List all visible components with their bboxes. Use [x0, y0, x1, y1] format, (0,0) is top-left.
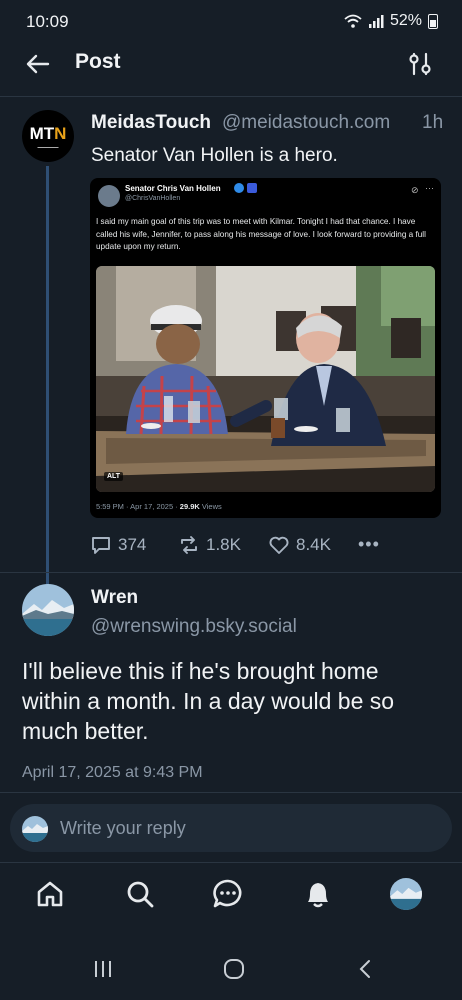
reply-author-avatar[interactable] [22, 584, 74, 636]
status-indicators: 52% [344, 12, 438, 30]
chat-icon [213, 879, 242, 908]
thread-options-button[interactable] [404, 48, 436, 80]
repost-button[interactable]: 1.8K [178, 534, 241, 556]
profile-avatar-image [390, 878, 422, 910]
signal-icon [368, 15, 384, 28]
more-icon: ••• [358, 534, 380, 554]
repost-count: 1.8K [206, 535, 241, 554]
repost-icon [181, 536, 197, 554]
system-home-icon [224, 959, 244, 979]
profile-avatar [390, 878, 422, 910]
embed-author-handle: @ChrisVanHollen [125, 195, 181, 202]
recents-icon [95, 961, 111, 977]
bell-icon [308, 883, 328, 908]
battery-icon [428, 13, 438, 29]
nav-notifications[interactable] [300, 876, 336, 912]
author-avatar[interactable]: MTN ▬▬▬▬▬▬▬ [22, 110, 74, 162]
embed-photo: ALT [96, 266, 435, 492]
status-time: 10:09 [26, 12, 69, 31]
system-recents-button[interactable] [92, 958, 114, 985]
home-icon [37, 881, 63, 907]
back-arrow-icon [26, 54, 50, 74]
battery-percent: 52% [389, 12, 422, 29]
reply-button[interactable]: 374 [90, 534, 146, 556]
like-count: 8.4K [296, 535, 331, 554]
reply-text: I'll believe this if he's brought home w… [22, 658, 395, 744]
mountain-lake-avatar [22, 584, 74, 636]
more-options-button[interactable]: ••• [358, 534, 380, 555]
official-badge-icon [247, 183, 257, 193]
embed-text: I said my main goal of this trip was to … [96, 217, 426, 251]
reply-composer[interactable]: Write your reply [10, 804, 452, 852]
nav-divider [0, 862, 462, 863]
reply-author-handle[interactable]: @wrenswing.bsky.social [91, 616, 297, 638]
verified-badge-icon [234, 183, 244, 193]
author-handle[interactable]: @meidastouch.com [222, 112, 390, 134]
system-home-button[interactable] [222, 957, 246, 986]
embed-avatar [98, 185, 120, 207]
system-back-icon [359, 960, 370, 978]
mtn-logo: MTN [29, 123, 67, 143]
reply-icon [92, 537, 110, 554]
system-back-button[interactable] [355, 958, 377, 985]
reply-timestamp: April 17, 2025 at 9:43 PM [22, 764, 203, 781]
back-button[interactable] [22, 48, 54, 80]
embed-author-name: Senator Chris Van Hollen [125, 184, 221, 193]
reply-author-name[interactable]: Wren [91, 587, 138, 609]
post-text: Senator Van Hollen is a hero. [91, 145, 338, 166]
header-divider [0, 96, 462, 97]
heart-icon [269, 536, 289, 554]
nav-chat[interactable] [210, 876, 246, 912]
alt-badge[interactable]: ALT [104, 472, 124, 481]
mtn-logo-subtext: ▬▬▬▬▬▬▬ [37, 144, 59, 149]
embed-meta: 5:59 PM · Apr 17, 2025 · 29.9K Views [96, 502, 222, 511]
post-time: 1h [422, 112, 444, 133]
wifi-icon [344, 14, 362, 28]
filter-sliders-icon [409, 52, 431, 76]
thread-connector [46, 166, 49, 586]
nav-search[interactable] [122, 876, 158, 912]
composer-divider [0, 792, 462, 793]
reply-count: 374 [118, 535, 147, 554]
author-name[interactable]: MeidasTouch [91, 112, 211, 134]
nav-profile[interactable] [388, 876, 424, 912]
meeting-photo [96, 266, 435, 492]
embedded-screenshot-image[interactable]: Senator Chris Van Hollen @ChrisVanHollen… [90, 178, 441, 518]
search-icon [127, 881, 154, 908]
embed-more-icon: ··· [425, 183, 434, 193]
post-divider [0, 572, 462, 573]
page-title: Post [75, 50, 121, 73]
nav-home[interactable] [32, 876, 68, 912]
composer-avatar-image [22, 816, 48, 842]
reply-input-placeholder[interactable]: Write your reply [60, 818, 186, 839]
composer-avatar [22, 816, 48, 842]
like-button[interactable]: 8.4K [268, 534, 331, 556]
embed-grok-icon: ⊘ [411, 185, 419, 195]
